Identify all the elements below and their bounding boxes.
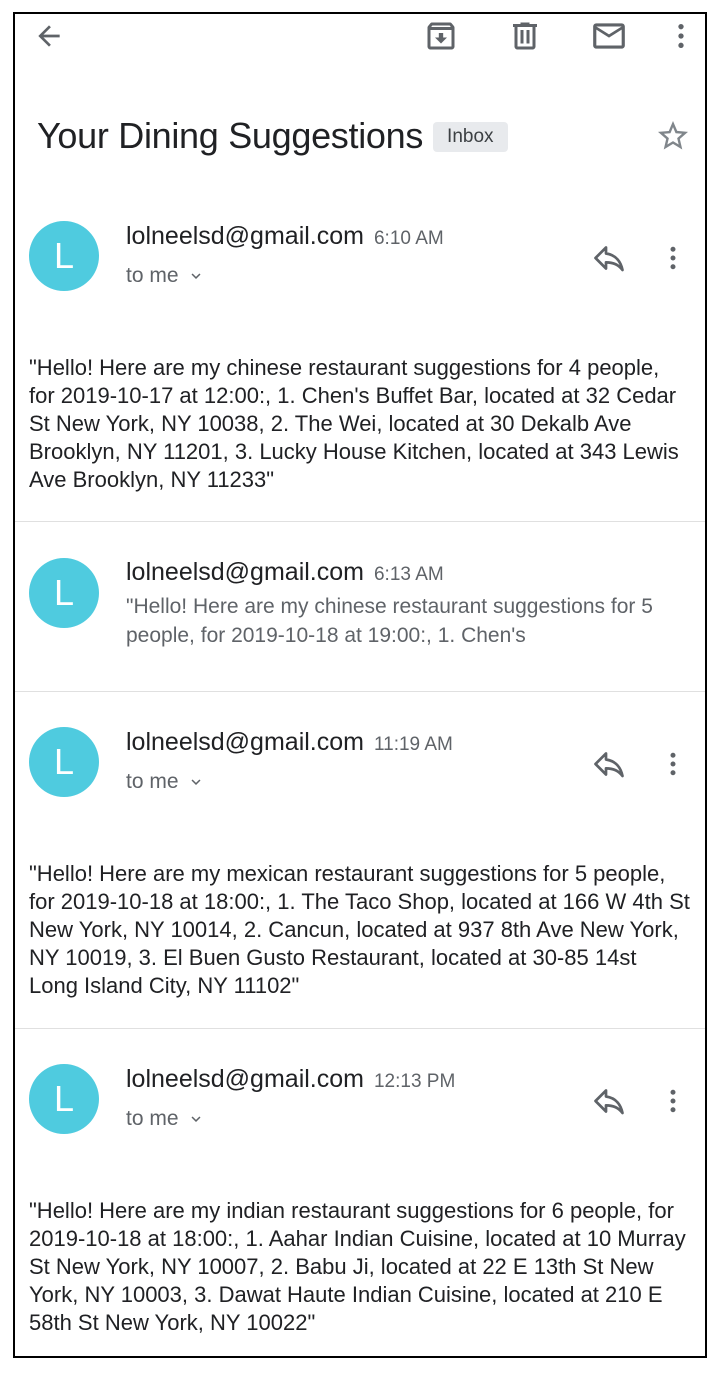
app-bar bbox=[15, 14, 705, 62]
archive-button[interactable] bbox=[419, 14, 463, 58]
recipient-label: to me bbox=[126, 264, 179, 287]
sender-avatar: L bbox=[29, 221, 99, 291]
sender-avatar: L bbox=[29, 727, 99, 797]
message-body: "Hello! Here are my mexican restaurant s… bbox=[29, 861, 690, 998]
reply-button[interactable] bbox=[587, 742, 631, 786]
more-vert-icon bbox=[678, 24, 684, 48]
email-subject: Your Dining Suggestions bbox=[37, 115, 424, 156]
recipient-label: to me bbox=[126, 770, 179, 793]
recipient-details-toggle[interactable]: to me bbox=[126, 1107, 205, 1131]
sender-email: lolneelsd@gmail.com bbox=[126, 222, 364, 250]
email-thread-screen: Your Dining Suggestions Inbox L lolneels… bbox=[13, 12, 707, 1358]
mail-icon bbox=[593, 23, 625, 49]
message-body: "Hello! Here are my indian restaurant su… bbox=[29, 1198, 686, 1335]
message-more-button[interactable] bbox=[655, 1079, 691, 1123]
message-time: 6:13 AM bbox=[373, 564, 444, 585]
message-more-button[interactable] bbox=[655, 742, 691, 786]
arrow-back-icon bbox=[38, 25, 60, 47]
delete-button[interactable] bbox=[503, 14, 547, 58]
star-button[interactable] bbox=[653, 116, 693, 156]
sender-email: lolneelsd@gmail.com bbox=[126, 728, 364, 756]
sender-avatar: L bbox=[29, 1064, 99, 1134]
inbox-label-chip[interactable]: Inbox bbox=[433, 122, 508, 152]
chevron-down-icon bbox=[191, 779, 201, 785]
reply-button[interactable] bbox=[587, 1079, 631, 1123]
more-vert-icon bbox=[670, 752, 676, 776]
sender-avatar: L bbox=[29, 558, 99, 628]
chevron-down-icon bbox=[191, 273, 201, 279]
message-time: 11:19 AM bbox=[373, 734, 453, 755]
star-outline-icon bbox=[658, 121, 688, 150]
more-options-button[interactable] bbox=[661, 14, 701, 58]
mark-unread-button[interactable] bbox=[587, 14, 631, 58]
chevron-down-icon bbox=[191, 1116, 201, 1122]
recipient-details-toggle[interactable]: to me bbox=[126, 264, 205, 288]
message-body: "Hello! Here are my chinese restaurant s… bbox=[29, 355, 679, 492]
message-item[interactable]: L lolneelsd@gmail.com 12:13 PM to me "He… bbox=[15, 1029, 705, 1356]
trash-icon bbox=[513, 22, 537, 50]
message-snippet: "Hello! Here are my chinese restaurant s… bbox=[126, 595, 653, 647]
collapsed-message-item[interactable]: L lolneelsd@gmail.com 6:13 AM "Hello! He… bbox=[15, 522, 705, 690]
more-vert-icon bbox=[670, 246, 676, 270]
reply-icon bbox=[594, 246, 624, 272]
message-time: 6:10 AM bbox=[373, 228, 444, 249]
back-button[interactable] bbox=[29, 16, 69, 56]
archive-icon bbox=[427, 22, 455, 50]
reply-icon bbox=[594, 1089, 624, 1115]
sender-email: lolneelsd@gmail.com bbox=[126, 1065, 364, 1093]
sender-email: lolneelsd@gmail.com bbox=[126, 558, 364, 586]
message-item[interactable]: L lolneelsd@gmail.com 11:19 AM to me "He… bbox=[15, 692, 705, 1027]
subject-row: Your Dining Suggestions Inbox bbox=[37, 114, 705, 158]
reply-button[interactable] bbox=[587, 236, 631, 280]
more-vert-icon bbox=[670, 1089, 676, 1113]
message-item[interactable]: L lolneelsd@gmail.com 6:10 AM to me "Hel… bbox=[15, 194, 705, 520]
recipient-details-toggle[interactable]: to me bbox=[126, 770, 205, 794]
recipient-label: to me bbox=[126, 1107, 179, 1130]
message-more-button[interactable] bbox=[655, 236, 691, 280]
reply-icon bbox=[594, 752, 624, 778]
message-time: 12:13 PM bbox=[373, 1071, 456, 1092]
